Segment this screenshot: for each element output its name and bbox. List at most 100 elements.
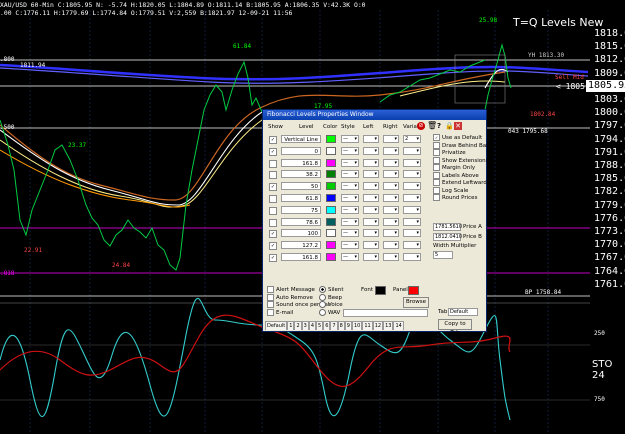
right-select[interactable] [383,205,399,214]
right-select[interactable] [383,229,399,238]
variable-select[interactable] [403,182,421,191]
tab-10[interactable]: 10 [351,321,363,330]
price-b-input[interactable]: 1812.0410 [433,233,462,241]
level-input[interactable]: Vertical Line [281,135,321,143]
level-input[interactable]: 75 [281,205,321,214]
level-color-swatch[interactable] [326,146,336,155]
right-select[interactable] [383,146,399,155]
style-select[interactable]: — [341,253,359,261]
show-checkbox[interactable] [269,171,277,180]
checkbox-box[interactable] [433,141,440,149]
alert-option[interactable]: E-mail [267,308,293,316]
tab-8[interactable]: 8 [337,321,345,330]
option-checkbox[interactable]: Margin Only [433,164,475,171]
left-select[interactable] [363,205,379,214]
show-checkbox[interactable]: ✓ [269,183,277,192]
option-checkbox[interactable]: Draw Behind Bars [433,141,491,149]
tab-12[interactable]: 12 [372,321,384,330]
style-select[interactable]: — [341,170,359,179]
tab-13[interactable]: 13 [383,321,394,330]
style-select[interactable]: — [341,146,359,155]
left-select[interactable] [363,253,379,261]
tab-3[interactable]: 3 [301,321,309,330]
show-checkbox[interactable]: ✓ [269,136,277,144]
level-color-swatch[interactable] [326,205,336,214]
option-checkbox[interactable]: Round Prices [433,194,477,201]
style-select[interactable]: — [341,135,359,143]
level-input[interactable]: 61.8 [281,194,321,202]
left-select[interactable] [363,217,379,226]
variable-select[interactable] [403,241,421,250]
show-checkbox[interactable] [269,159,277,168]
option-checkbox[interactable]: ✓ Use as Default [433,134,482,141]
alert-option[interactable]: Alert Message [267,286,315,293]
checkbox-box[interactable] [433,156,440,164]
tab-7[interactable]: 7 [330,321,338,330]
variable-select[interactable]: 2 [403,135,421,143]
close-icon[interactable]: ✕ [454,122,462,130]
style-select[interactable]: — [341,205,359,214]
left-select[interactable] [363,194,379,202]
show-checkbox[interactable] [269,218,277,227]
checkbox-box[interactable] [433,149,440,156]
checkbox-box[interactable] [433,164,440,171]
variable-select[interactable] [403,217,421,226]
trash-icon[interactable]: 🗑 [427,122,437,130]
price-a-input[interactable]: 1781.5610 [433,223,462,231]
width-multiplier-input[interactable]: 5 [433,251,453,259]
show-checkbox[interactable]: ✓ [269,230,277,239]
radio-button[interactable] [319,293,326,301]
option-checkbox[interactable]: Extend Leftward [433,179,487,186]
checkbox-box[interactable] [267,301,274,308]
option-checkbox[interactable]: Labels Above [433,171,479,179]
radio-button[interactable] [319,301,326,308]
right-select[interactable] [383,182,399,191]
level-color-swatch[interactable] [326,241,336,250]
right-select[interactable] [383,253,399,261]
level-input[interactable]: 0 [281,146,321,155]
show-checkbox[interactable]: ✓ [269,254,277,262]
tab-11[interactable]: 11 [362,321,373,330]
show-checkbox[interactable] [269,206,277,215]
style-select[interactable]: — [341,182,359,191]
level-input[interactable]: 78.6 [281,217,321,226]
radio-button[interactable] [319,286,326,293]
tab-2[interactable]: 2 [294,321,302,330]
right-select[interactable] [383,158,399,167]
variable-select[interactable] [403,158,421,167]
sound-option[interactable]: Silent [319,286,344,293]
variable-select[interactable] [403,205,421,214]
right-select[interactable] [383,135,399,143]
left-select[interactable] [363,241,379,250]
option-checkbox[interactable]: Show Extensions [433,156,488,164]
right-select[interactable] [383,217,399,226]
level-input[interactable]: 50 [281,182,321,191]
right-select[interactable] [383,241,399,250]
show-checkbox[interactable]: ✓ [269,242,277,251]
checkbox-box[interactable] [267,308,274,316]
level-color-swatch[interactable] [326,229,336,238]
style-select[interactable]: — [341,217,359,226]
tab-0[interactable]: Default [265,321,288,330]
left-select[interactable] [363,146,379,155]
level-color-swatch[interactable] [326,182,336,191]
left-select[interactable] [363,229,379,238]
tab-name-input[interactable]: Default [448,308,478,316]
delete-icon[interactable]: ⊘ [417,122,425,130]
panel-color-swatch[interactable] [408,286,419,295]
variable-select[interactable] [403,146,421,155]
tab-5[interactable]: 5 [316,321,324,330]
style-select[interactable]: — [341,194,359,202]
level-color-swatch[interactable] [326,158,336,167]
tab-9[interactable]: 9 [344,321,352,330]
left-select[interactable] [363,158,379,167]
level-color-swatch[interactable] [326,135,336,143]
option-checkbox[interactable]: Log Scale [433,186,468,194]
checkbox-box[interactable] [433,179,440,186]
variable-select[interactable] [403,194,421,202]
level-color-swatch[interactable] [326,253,336,261]
checkbox-box[interactable] [267,293,274,301]
right-select[interactable] [383,170,399,179]
variable-select[interactable] [403,253,421,261]
level-input[interactable]: 127.2 [281,241,321,250]
